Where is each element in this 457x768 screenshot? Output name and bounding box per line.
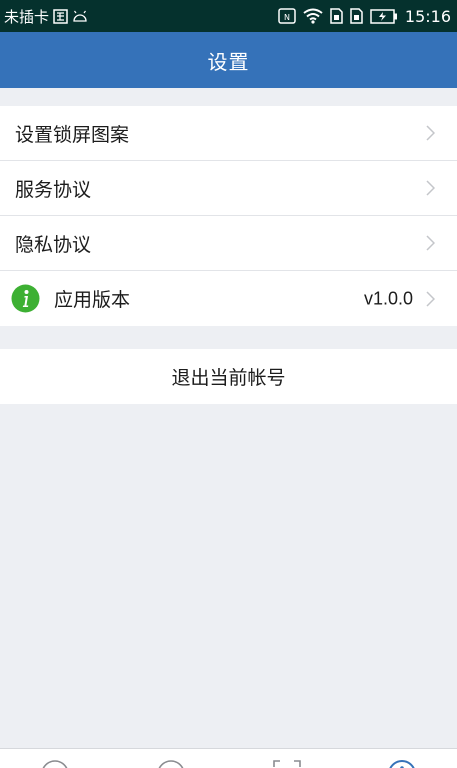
settings-item-label: 应用版本 (54, 289, 131, 311)
settings-item-privacy-agreement[interactable]: 隐私协议 (0, 216, 457, 271)
chevron-right-icon (426, 125, 435, 141)
carrier-label: 未插卡 (4, 7, 50, 26)
clock: 15:16 (404, 6, 451, 26)
settings-item-service-agreement[interactable]: 服务协议 (0, 161, 457, 216)
nfc-icon: N (278, 8, 296, 24)
battery-charging-icon (370, 8, 398, 24)
page-title: 设置 (207, 49, 250, 74)
status-bar-right: N 15:16 (278, 0, 451, 32)
logout-label: 退出当前帐号 (171, 367, 286, 389)
logout-button[interactable]: 退出当前帐号 (0, 349, 457, 404)
svg-text:N: N (284, 13, 290, 22)
settings-item-label: 隐私协议 (15, 233, 92, 256)
settings-item-label: 服务协议 (15, 178, 92, 201)
chevron-right-icon (426, 180, 435, 196)
settings-item-label: 设置锁屏图案 (15, 123, 130, 146)
sim-slot-2-icon (350, 8, 363, 24)
sim-slot-1-icon (330, 8, 343, 24)
discover-tab-icon[interactable] (156, 759, 186, 768)
sim-card-icon (53, 8, 68, 24)
settings-item-app-version[interactable]: 应用版本 v1.0.0 (0, 271, 457, 326)
settings-item-lock-pattern[interactable]: 设置锁屏图案 (0, 106, 457, 161)
status-bar-left: 未插卡 (4, 0, 88, 32)
app-version-value: v1.0.0 (363, 288, 413, 308)
scan-tab-icon[interactable] (272, 759, 302, 768)
status-bar: 未插卡 N 15:16 (0, 0, 457, 32)
android-icon (72, 10, 88, 22)
chevron-right-icon (426, 235, 435, 251)
chevron-right-icon (426, 290, 435, 307)
bottom-tab-bar (0, 748, 457, 768)
settings-list: 设置锁屏图案 服务协议 隐私协议 应用版本 v1.0.0 (0, 106, 457, 326)
app-header: 设置 (0, 32, 457, 88)
wifi-icon (303, 8, 323, 24)
info-icon (11, 284, 40, 313)
home-tab-icon[interactable] (40, 759, 70, 768)
settings-tab-icon[interactable] (387, 759, 417, 768)
